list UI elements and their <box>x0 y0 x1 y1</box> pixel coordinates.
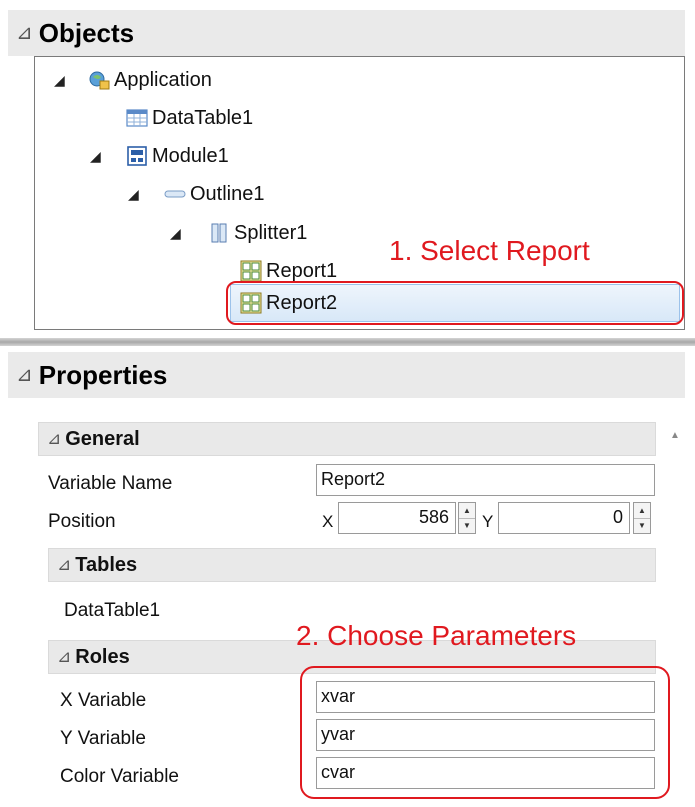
position-x-stepper[interactable]: ▲ ▼ <box>458 502 476 534</box>
report-icon <box>240 260 262 282</box>
choose-parameters-annotation: 2. Choose Parameters <box>296 620 577 651</box>
tree-item-splitter[interactable]: Splitter1 <box>208 215 307 251</box>
select-report-callout-box <box>226 281 684 325</box>
stepper-up-icon[interactable]: ▲ <box>459 503 475 519</box>
properties-header[interactable]: ⊿ Properties <box>8 352 685 398</box>
general-title: General <box>65 427 140 450</box>
table-list-item[interactable]: DataTable1 <box>64 600 160 622</box>
stepper-up-icon[interactable]: ▲ <box>634 503 650 519</box>
position-x-input[interactable]: 586 <box>338 502 456 534</box>
general-section-header[interactable]: ⊿ General <box>38 422 656 456</box>
tree-item-label: Report1 <box>266 259 338 282</box>
x-variable-label: X Variable <box>60 690 147 711</box>
collapse-triangle-icon[interactable]: ⊿ <box>57 647 71 667</box>
expand-arrow-icon[interactable]: ◢ <box>128 187 139 201</box>
tree-item-datatable[interactable]: DataTable1 <box>126 100 253 136</box>
choose-parameters-callout-box <box>300 666 670 799</box>
select-report-annotation: 1. Select Report <box>389 235 590 266</box>
position-y-stepper[interactable]: ▲ ▼ <box>633 502 651 534</box>
application-icon <box>89 71 110 90</box>
tables-title: Tables <box>75 553 138 576</box>
tree-item-label: DataTable1 <box>152 106 254 129</box>
collapse-triangle-icon[interactable]: ⊿ <box>47 429 61 449</box>
tree-item-application[interactable]: Application <box>88 62 212 98</box>
collapse-triangle-icon[interactable]: ⊿ <box>16 23 33 43</box>
objects-title: Objects <box>38 17 135 48</box>
tree-item-label: Module1 <box>152 144 229 167</box>
module-icon <box>127 146 147 166</box>
properties-title: Properties <box>38 359 168 390</box>
collapse-triangle-icon[interactable]: ⊿ <box>57 555 71 575</box>
expand-arrow-icon[interactable]: ◢ <box>170 226 181 240</box>
tables-section-header[interactable]: ⊿ Tables <box>48 548 656 582</box>
collapse-triangle-icon[interactable]: ⊿ <box>16 365 33 385</box>
tree-item-label: Outline1 <box>190 182 265 205</box>
expand-arrow-icon[interactable]: ◢ <box>90 149 101 163</box>
stepper-down-icon[interactable]: ▼ <box>634 519 650 534</box>
scroll-up-arrow-icon[interactable]: ▲ <box>670 430 680 441</box>
color-variable-label: Color Variable <box>60 766 179 787</box>
variable-name-input[interactable]: Report2 <box>316 464 655 496</box>
y-label: Y <box>482 512 494 531</box>
tree-item-label: Application <box>114 68 212 91</box>
stepper-down-icon[interactable]: ▼ <box>459 519 475 534</box>
tree-item-label: Splitter1 <box>234 221 308 244</box>
panel-splitter-bar[interactable] <box>0 338 695 346</box>
position-y-input[interactable]: 0 <box>498 502 630 534</box>
variable-name-label: Variable Name <box>48 473 173 494</box>
tree-item-module[interactable]: Module1 <box>126 138 229 174</box>
expand-arrow-icon[interactable]: ◢ <box>54 73 65 87</box>
splitter-icon <box>211 223 227 243</box>
position-label: Position <box>48 511 116 532</box>
outline-icon <box>164 190 186 198</box>
data-table-icon <box>126 109 148 127</box>
objects-header[interactable]: ⊿ Objects <box>8 10 685 56</box>
x-label: X <box>322 512 334 531</box>
y-variable-label: Y Variable <box>60 728 146 749</box>
tree-item-outline[interactable]: Outline1 <box>164 176 265 212</box>
roles-title: Roles <box>75 645 130 668</box>
